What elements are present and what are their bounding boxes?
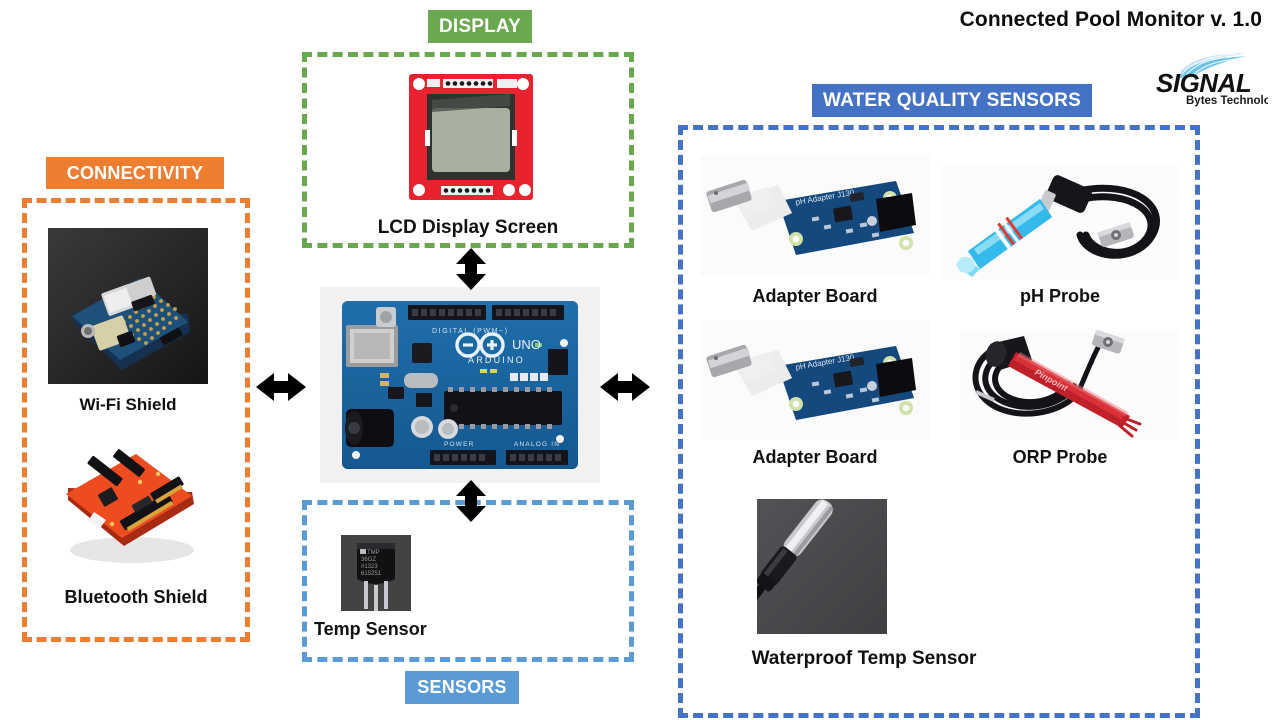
svg-text:ANALOG IN: ANALOG IN [514,441,560,448]
ph-probe-photo [940,165,1180,280]
logo-svg: SIGNAL Bytes Technology [1156,53,1280,107]
orp-adapter-board-caption: Adapter Board [752,447,878,467]
bluetooth-shield-caption: Bluetooth Shield [64,587,208,607]
temp-sensor-photo: TMP 36GZ #1323 615251 [341,535,411,611]
sensors-link-arrow [452,480,490,522]
waterproof-temp-sensor-caption: Waterproof Temp Sensor [751,648,977,669]
ph-probe-caption: pH Probe [1019,286,1100,306]
display-section-label: DISPLAY [428,10,532,43]
ph-adapter-board-photo: pH Adapter J130 [700,155,930,275]
display-link-arrow [452,248,490,290]
wifi-shield-photo [48,228,208,384]
logo-tagline: Bytes Technology [1186,95,1268,107]
bluetooth-shield-photo [46,438,212,578]
water-quality-section-label: WATER QUALITY SENSORS [812,84,1092,117]
lcd-display-photo [405,70,537,204]
svg-text:#1323: #1323 [361,564,378,570]
arduino-silk: ARDUINO [468,355,525,365]
orp-probe-caption: ORP Probe [1012,447,1108,467]
water-quality-link-arrow [600,370,650,404]
sensors-section-label: SENSORS [405,671,519,704]
svg-text:36GZ: 36GZ [361,557,376,563]
svg-text:POWER: POWER [444,441,475,448]
logo-wordmark: SIGNAL [1156,68,1251,98]
connectivity-link-arrow [256,370,306,404]
page-title: Connected Pool Monitor v. 1.0 [959,8,1262,31]
arduino-board-photo: DIGITAL (PWM~) POWER ANALOG IN UNO ARDUI… [320,287,600,483]
waterproof-temp-sensor-photo [757,499,887,634]
wifi-shield-caption: Wi-Fi Shield [79,395,177,414]
diagram-canvas: Connected Pool Monitor v. 1.0 SIGNAL Byt… [0,0,1280,720]
lcd-display-caption: LCD Display Screen [377,217,559,238]
arduino-uno-silk: UNO [512,337,541,352]
connectivity-section-label: CONNECTIVITY [46,157,224,189]
temp-sensor-caption: Temp Sensor [314,619,427,639]
signal-bytes-technology-logo: SIGNAL Bytes Technology [1128,50,1280,108]
orp-adapter-board-photo: pH Adapter J130 [700,320,930,440]
svg-text:615251: 615251 [361,571,382,577]
orp-probe-photo: Pinpoint [960,330,1180,440]
svg-text:TMP: TMP [367,550,380,556]
ph-adapter-board-caption: Adapter Board [752,286,878,306]
